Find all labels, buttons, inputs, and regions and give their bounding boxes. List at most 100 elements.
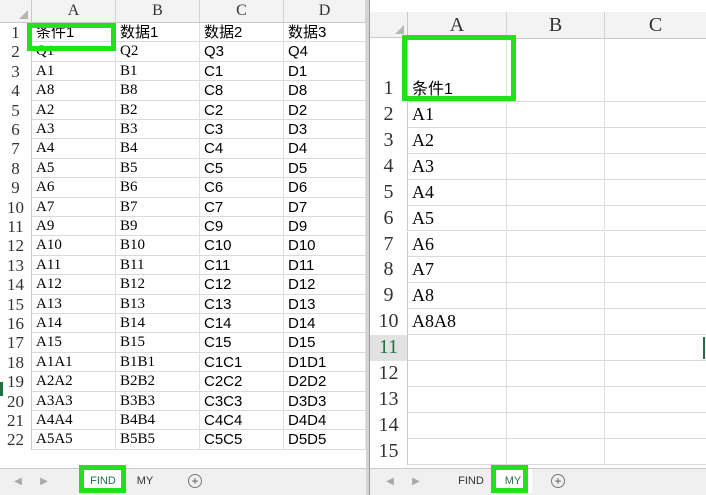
cell[interactable]: [507, 361, 605, 387]
cell[interactable]: [507, 179, 605, 206]
row-header[interactable]: 8: [0, 158, 32, 179]
cell[interactable]: A1: [408, 102, 507, 128]
cell[interactable]: A4: [408, 179, 507, 206]
row-header[interactable]: 7: [0, 139, 32, 159]
row-header[interactable]: 3: [0, 61, 32, 82]
cell[interactable]: [605, 309, 706, 335]
cell[interactable]: D2: [284, 100, 366, 120]
cell[interactable]: [507, 205, 605, 232]
row-header[interactable]: 9: [370, 283, 408, 310]
sheet-tab-find[interactable]: FIND: [80, 469, 126, 493]
sheet-tab-find-right[interactable]: FIND: [448, 469, 494, 493]
row-header[interactable]: 9: [0, 178, 32, 198]
cell[interactable]: A8A8: [408, 309, 507, 336]
cell[interactable]: [605, 283, 706, 309]
cell[interactable]: D5: [284, 158, 366, 179]
sheet-tab-my[interactable]: MY: [126, 469, 164, 493]
cell[interactable]: A15: [32, 333, 116, 353]
row-header[interactable]: 17: [0, 333, 32, 353]
cell[interactable]: D13: [284, 294, 366, 314]
row-header[interactable]: 19: [0, 372, 32, 392]
cell[interactable]: C12: [200, 275, 284, 295]
cell[interactable]: B10: [116, 236, 200, 256]
plus-circle-icon[interactable]: +: [188, 474, 202, 488]
cell[interactable]: A7: [32, 197, 116, 217]
chevron-right-icon[interactable]: ▶: [34, 469, 54, 495]
cell[interactable]: [605, 154, 706, 180]
cell[interactable]: Q3: [200, 42, 284, 62]
column-header-a[interactable]: A: [32, 0, 116, 22]
cell[interactable]: D3D3: [284, 391, 366, 411]
cell[interactable]: A13: [32, 294, 116, 314]
column-header-c[interactable]: C: [200, 0, 284, 22]
row-header[interactable]: 1: [370, 38, 408, 102]
cell[interactable]: C4: [200, 139, 284, 159]
cell[interactable]: B4: [116, 139, 200, 159]
column-header-b-right[interactable]: B: [507, 12, 605, 38]
cell[interactable]: A3: [408, 153, 507, 180]
cell[interactable]: D1D1: [284, 352, 366, 373]
cell[interactable]: D11: [284, 255, 366, 276]
cell[interactable]: A6: [32, 178, 116, 198]
row-header[interactable]: 13: [0, 255, 32, 276]
cell[interactable]: B5: [116, 158, 200, 179]
cell[interactable]: D12: [284, 275, 366, 295]
cell[interactable]: [408, 335, 507, 361]
row-header[interactable]: 11: [370, 335, 408, 361]
cell[interactable]: A6: [408, 231, 507, 258]
cell[interactable]: B5B5: [116, 430, 200, 450]
row-header[interactable]: 16: [0, 314, 32, 334]
cell[interactable]: A7: [408, 257, 507, 284]
row-header[interactable]: 10: [0, 197, 32, 217]
cell[interactable]: D14: [284, 314, 366, 334]
cell[interactable]: D3: [284, 120, 366, 140]
cell[interactable]: D15: [284, 333, 366, 353]
cell[interactable]: C15: [200, 333, 284, 353]
cell[interactable]: A4A4: [32, 411, 116, 431]
cell[interactable]: B2B2: [116, 372, 200, 392]
row-header[interactable]: 1: [0, 23, 32, 43]
cell[interactable]: [408, 386, 507, 413]
cell[interactable]: [507, 283, 605, 310]
column-header-a-right[interactable]: A: [408, 12, 507, 38]
cell[interactable]: C9: [200, 217, 284, 237]
cell[interactable]: 数据3: [284, 23, 366, 43]
cell[interactable]: B3B3: [116, 391, 200, 411]
row-header[interactable]: 14: [0, 275, 32, 295]
cell[interactable]: B4B4: [116, 411, 200, 431]
cell[interactable]: C2C2: [200, 372, 284, 392]
cell[interactable]: A3A3: [32, 391, 116, 411]
cell[interactable]: [408, 361, 507, 387]
cell[interactable]: C5C5: [200, 430, 284, 450]
chevron-left-icon[interactable]: ◀: [8, 469, 28, 495]
select-all-corner[interactable]: [0, 0, 32, 23]
cell[interactable]: B2: [116, 100, 200, 120]
cell[interactable]: B15: [116, 333, 200, 353]
cell[interactable]: C6: [200, 178, 284, 198]
cell[interactable]: C3C3: [200, 391, 284, 411]
cell[interactable]: B13: [116, 294, 200, 314]
column-header-b[interactable]: B: [116, 0, 200, 22]
row-header[interactable]: 8: [370, 257, 408, 284]
cell[interactable]: [605, 387, 706, 413]
cell[interactable]: [605, 413, 706, 439]
cell[interactable]: [507, 231, 605, 258]
cell[interactable]: A2A2: [32, 372, 116, 392]
row-header[interactable]: 6: [370, 205, 408, 232]
row-header[interactable]: 11: [0, 217, 32, 237]
row-header[interactable]: 12: [0, 236, 32, 256]
cell[interactable]: D7: [284, 197, 366, 217]
cell[interactable]: [507, 438, 605, 465]
cell[interactable]: 条件1: [32, 23, 116, 43]
row-header[interactable]: 15: [0, 294, 32, 314]
cell[interactable]: 数据2: [200, 23, 284, 43]
cell[interactable]: [605, 257, 706, 283]
row-header[interactable]: 13: [370, 386, 408, 413]
cell[interactable]: [605, 335, 706, 361]
cell[interactable]: [507, 335, 605, 361]
row-header[interactable]: 18: [0, 352, 32, 373]
cell[interactable]: [605, 128, 706, 154]
row-header[interactable]: 10: [370, 309, 408, 336]
cell[interactable]: [507, 38, 605, 102]
cell[interactable]: B11: [116, 255, 200, 276]
